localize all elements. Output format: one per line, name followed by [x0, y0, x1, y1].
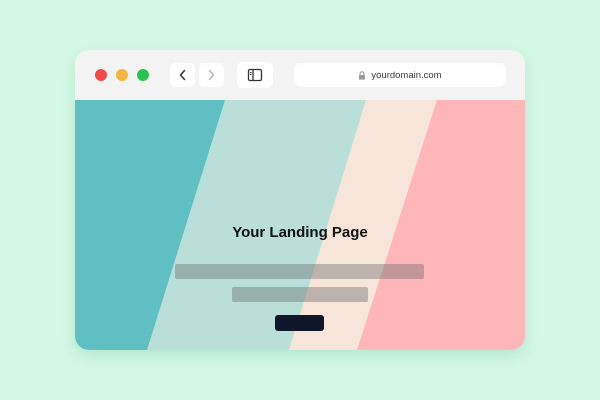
minimize-window-button[interactable]: [116, 69, 128, 81]
page-title: Your Landing Page: [232, 224, 368, 241]
address-bar[interactable]: yourdomain.com: [294, 63, 506, 87]
maximize-window-button[interactable]: [137, 69, 149, 81]
sidebar-icon: [247, 68, 263, 82]
forward-button[interactable]: [199, 63, 224, 87]
lock-icon: [359, 70, 366, 80]
back-button[interactable]: [170, 63, 195, 87]
url-text: yourdomain.com: [371, 69, 442, 81]
close-window-button[interactable]: [95, 69, 107, 81]
browser-window: yourdomain.com Your Landing Page: [75, 50, 525, 350]
sidebar-toggle-button[interactable]: [237, 62, 273, 88]
text-placeholder-line: [232, 287, 368, 302]
chevron-left-icon: [179, 69, 186, 81]
browser-titlebar: yourdomain.com: [75, 50, 525, 100]
text-placeholder-line: [175, 264, 424, 279]
call-to-action-button[interactable]: [275, 315, 324, 331]
page-content: Your Landing Page: [75, 100, 525, 350]
chevron-right-icon: [208, 69, 215, 81]
